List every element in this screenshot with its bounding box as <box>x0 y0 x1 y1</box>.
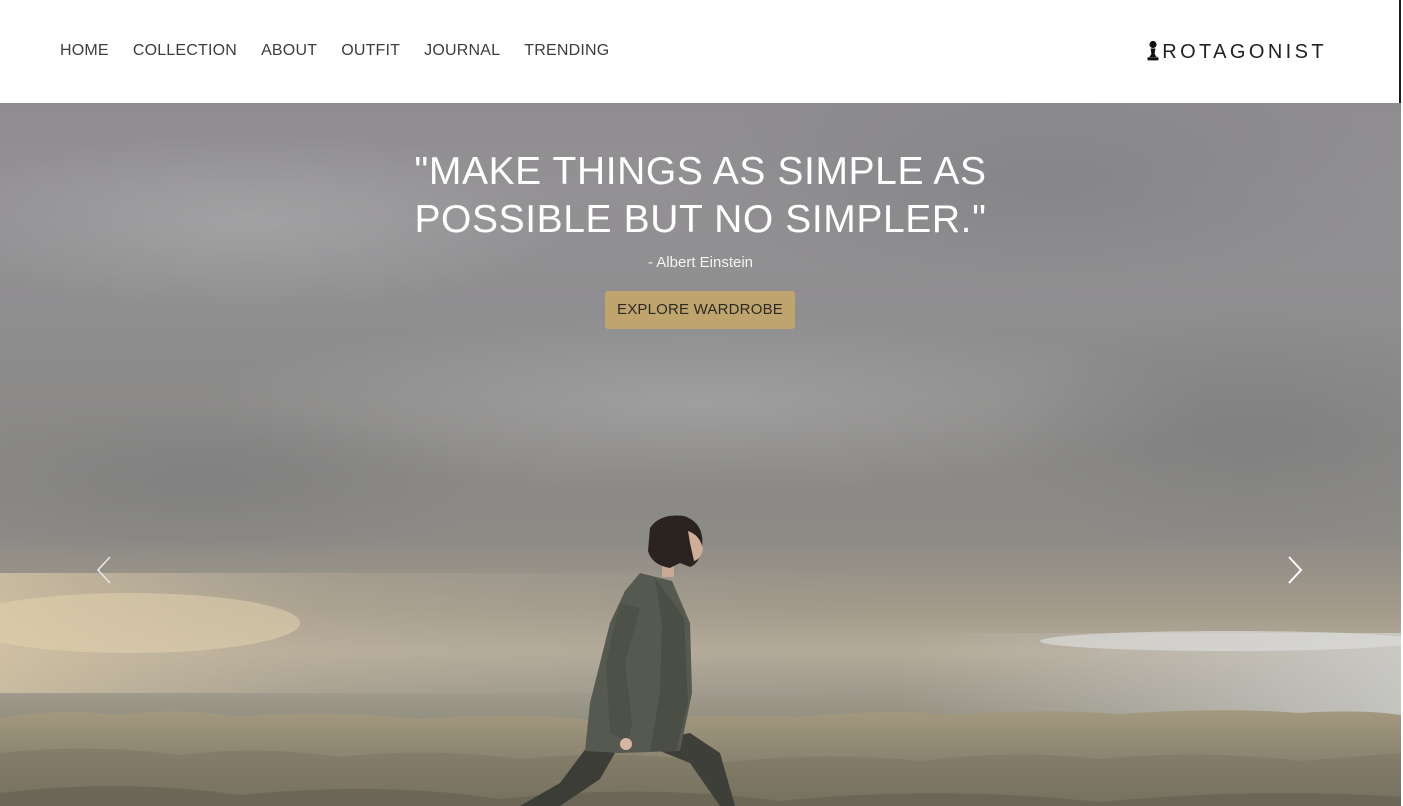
hero-banner: "MAKE THINGS AS SIMPLE AS POSSIBLE BUT N… <box>0 103 1401 806</box>
nav-link-collection[interactable]: COLLECTION <box>133 41 237 61</box>
main-nav: HOME COLLECTION ABOUT OUTFIT JOURNAL TRE… <box>60 41 633 61</box>
brand-name: ROTAGONIST <box>1162 41 1327 63</box>
top-navbar: HOME COLLECTION ABOUT OUTFIT JOURNAL TRE… <box>0 0 1401 103</box>
page: HOME COLLECTION ABOUT OUTFIT JOURNAL TRE… <box>0 0 1403 806</box>
carousel-prev-button[interactable] <box>94 555 116 585</box>
quote-author: - Albert Einstein <box>647 254 754 271</box>
nav-link-outfit[interactable]: OUTFIT <box>341 41 400 61</box>
nav-link-trending[interactable]: TRENDING <box>524 41 609 61</box>
nav-link-about[interactable]: ABOUT <box>261 41 317 61</box>
nav-link-home[interactable]: HOME <box>60 41 109 61</box>
chess-pawn-icon <box>1146 40 1160 62</box>
brand-logo[interactable]: ROTAGONIST <box>1146 40 1327 64</box>
nav-link-journal[interactable]: JOURNAL <box>424 41 500 61</box>
hero-quote-line-2: POSSIBLE BUT NO SIMPLER." <box>414 198 987 241</box>
hero-quote-line-1: "MAKE THINGS AS SIMPLE AS <box>414 150 987 193</box>
explore-wardrobe-button[interactable]: EXPLORE WARDROBE <box>605 291 795 329</box>
chevron-right-icon <box>1284 555 1306 585</box>
carousel-next-button[interactable] <box>1284 555 1306 585</box>
hero-quote: "MAKE THINGS AS SIMPLE AS POSSIBLE BUT N… <box>0 148 1401 244</box>
chevron-left-icon <box>94 555 116 585</box>
